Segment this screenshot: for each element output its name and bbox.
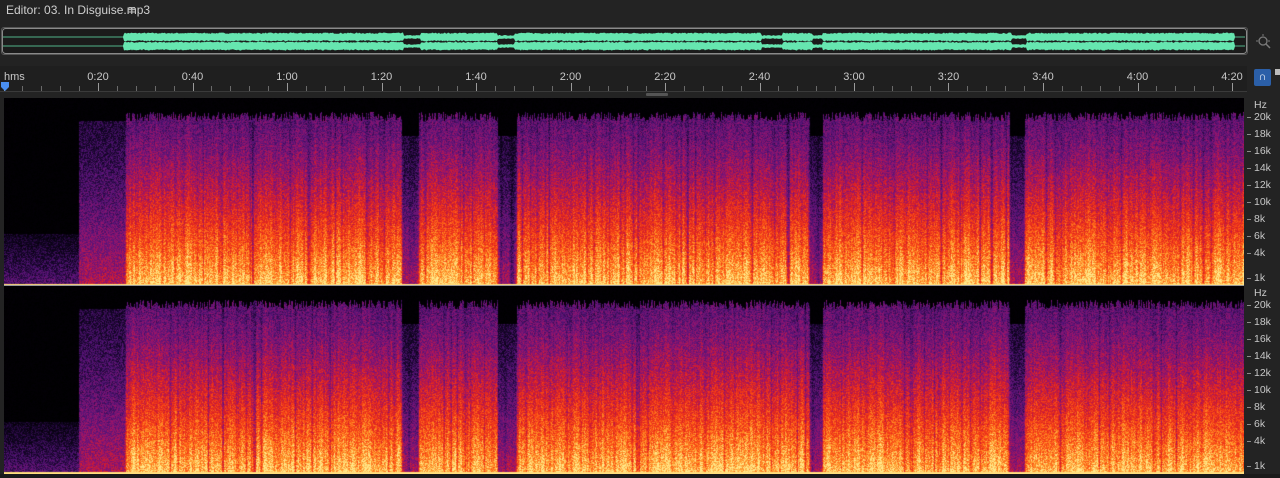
frequency-label: 6k [1254,230,1266,242]
channel-split-handle[interactable] [646,93,668,96]
audio-editor-window: Editor: 03. In Disguise.mp3 ≡ hms 0:20 0:… [0,0,1280,478]
overview-waveform[interactable] [1,27,1248,55]
overview-waveform-graphic [2,28,1247,54]
frequency-tick [1247,424,1251,425]
frequency-tick [1247,185,1251,186]
ruler-time-label: 2:00 [559,71,582,83]
frequency-label: 1k [1254,460,1266,472]
overview-waveform-left [3,32,1245,42]
frequency-tick [1247,253,1251,254]
ruler-time-label: 4:00 [1126,71,1149,83]
ruler-time-label: 3:40 [1032,71,1054,83]
panel-edge-marker [1275,69,1280,75]
ruler-time-label: 1:20 [370,71,393,83]
ruler-time-label: 0:20 [87,71,109,83]
frequency-tick [1247,441,1251,442]
frequency-unit-label: Hz [1254,99,1267,111]
playhead-marker[interactable] [0,79,10,91]
time-ruler[interactable]: hms 0:20 0:40 1:00 1:20 1:40 2:00 2:20 2:40 3:00… [0,66,1247,92]
frequency-label: 20k [1254,111,1271,123]
horizontal-scrollbar[interactable] [0,474,1280,478]
frequency-tick [1247,278,1251,279]
ruler-time-label: 2:20 [654,71,676,83]
frequency-tick [1247,117,1251,118]
frequency-scale-left[interactable]: Hz 20k 18k 16k 14k 12k 10k 8k 6k 4k 1k [1247,98,1280,286]
spectrogram-left-canvas [4,98,1244,286]
snap-toggle-button[interactable]: ∩ [1254,69,1271,86]
frequency-label: 4k [1254,435,1266,447]
frequency-tick [1247,407,1251,408]
frequency-label: 8k [1254,213,1266,225]
frequency-label: 1k [1254,272,1266,284]
frequency-tick [1247,322,1251,323]
frequency-scale-right[interactable]: Hz 20k 18k 16k 14k 12k 10k 8k 6k 4k 1k [1247,286,1280,474]
frequency-label: 18k [1254,128,1271,140]
frequency-label: 12k [1254,367,1271,379]
frequency-tick [1247,168,1251,169]
frequency-label: 8k [1254,401,1266,413]
frequency-tick [1247,305,1251,306]
frequency-tick [1247,466,1251,467]
frequency-label: 4k [1254,247,1266,259]
ruler-time-label: 1:40 [465,71,487,83]
frequency-tick [1247,219,1251,220]
frequency-tick [1247,373,1251,374]
frequency-tick [1247,236,1251,237]
frequency-label: 14k [1254,350,1271,362]
overview-waveform-right [3,41,1245,51]
zoom-navigator-icon[interactable] [1255,32,1273,50]
frequency-label: 16k [1254,145,1271,157]
ruler-time-label: 3:00 [843,71,865,83]
frequency-label: 6k [1254,418,1266,430]
ruler-time-label: 0:40 [181,71,204,83]
frequency-tick [1247,339,1251,340]
frequency-label: 10k [1254,196,1271,208]
ruler-time-label: 3:20 [937,71,960,83]
frequency-label: 14k [1254,162,1271,174]
frequency-label: 10k [1254,384,1271,396]
frequency-label: 18k [1254,316,1271,328]
frequency-tick [1247,151,1251,152]
ruler-time-label: 1:00 [276,71,298,83]
spectrogram-channel-left[interactable] [4,98,1244,286]
frequency-label: 12k [1254,179,1271,191]
spectrogram-channel-right[interactable] [4,286,1244,474]
frequency-label: 16k [1254,333,1271,345]
ruler-time-label: 2:40 [748,71,771,83]
magnet-snap-icon: ∩ [1258,71,1267,83]
ruler-time-label: 4:20 [1221,71,1243,83]
frequency-tick [1247,390,1251,391]
frequency-label: 20k [1254,299,1271,311]
hamburger-menu-icon[interactable]: ≡ [128,0,136,20]
frequency-tick [1247,356,1251,357]
frequency-unit-label: Hz [1254,287,1267,299]
frequency-tick [1247,134,1251,135]
editor-title-bar: Editor: 03. In Disguise.mp3 ≡ [0,0,1280,22]
frequency-tick [1247,202,1251,203]
spectrogram-right-canvas [4,286,1244,474]
